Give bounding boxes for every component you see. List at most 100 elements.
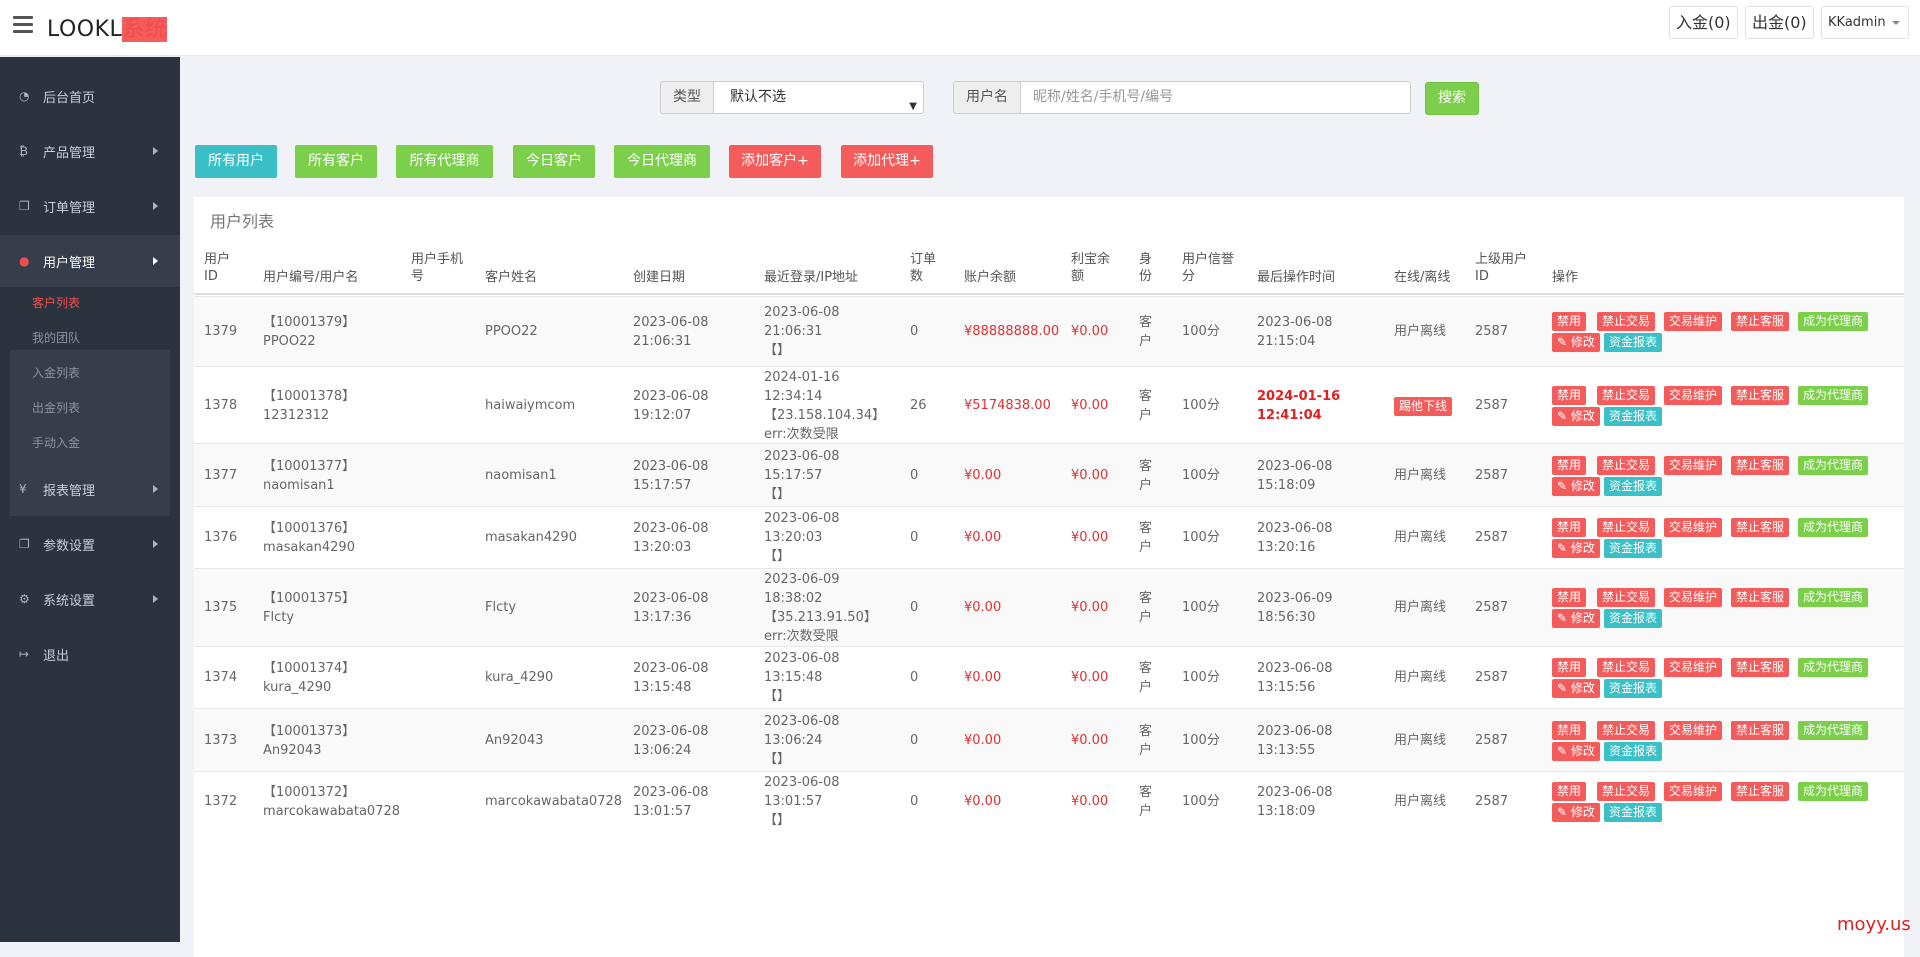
edit-button[interactable]: ✎ 修改	[1552, 407, 1600, 426]
all-customers-button[interactable]: 所有客户	[295, 145, 377, 178]
no-trade-button[interactable]: 禁止交易	[1597, 456, 1656, 475]
add-customer-button[interactable]: 添加客户+	[729, 145, 821, 178]
lastop-time: 15:18:09	[1257, 478, 1316, 493]
ban-button[interactable]: 禁用	[1552, 518, 1587, 537]
fund-report-button[interactable]: 资金报表	[1604, 333, 1663, 352]
trade-maintenance-button[interactable]: 交易维护	[1664, 721, 1723, 740]
sidebar-item-orders[interactable]: ❐ 订单管理	[0, 180, 180, 232]
edit-button[interactable]: ✎ 修改	[1552, 539, 1600, 558]
sidebar-item-reports[interactable]: ¥ 报表管理	[0, 463, 180, 515]
login-ip: 【】	[764, 343, 791, 358]
ban-button[interactable]: 禁用	[1552, 312, 1587, 331]
edit-button[interactable]: ✎ 修改	[1552, 742, 1600, 761]
no-customer-service-button[interactable]: 禁止客服	[1731, 312, 1790, 331]
search-button[interactable]: 搜索	[1425, 82, 1479, 115]
no-customer-service-button[interactable]: 禁止客服	[1731, 721, 1790, 740]
edit-button[interactable]: ✎ 修改	[1552, 609, 1600, 628]
become-agent-button[interactable]: 成为代理商	[1798, 588, 1869, 607]
edit-button[interactable]: ✎ 修改	[1552, 333, 1600, 352]
become-agent-button[interactable]: 成为代理商	[1798, 312, 1869, 331]
fund-report-button[interactable]: 资金报表	[1604, 539, 1663, 558]
login-time: 15:17:57	[764, 468, 823, 483]
trade-maintenance-button[interactable]: 交易维护	[1664, 312, 1723, 331]
no-customer-service-button[interactable]: 禁止客服	[1731, 518, 1790, 537]
edit-button[interactable]: ✎ 修改	[1552, 477, 1600, 496]
no-trade-button[interactable]: 禁止交易	[1597, 518, 1656, 537]
deposit-button[interactable]: 入金(0)	[1669, 6, 1738, 39]
become-agent-button[interactable]: 成为代理商	[1798, 456, 1869, 475]
sidebar-item-params[interactable]: ❐ 参数设置	[0, 518, 180, 570]
withdraw-button[interactable]: 出金(0)	[1745, 6, 1814, 39]
today-customers-button[interactable]: 今日客户	[513, 145, 595, 178]
ban-button[interactable]: 禁用	[1552, 588, 1587, 607]
edit-label: 修改	[1570, 479, 1595, 493]
created-date: 2023-06-08	[633, 521, 709, 536]
ban-button[interactable]: 禁用	[1552, 782, 1587, 801]
submenu-manual-deposit[interactable]: 手动入金	[32, 434, 80, 451]
table-row: 1379 【10001379】 PPOO22 PPOO22 2023-06-08 21:0…	[194, 296, 1904, 366]
sidebar-item-dashboard[interactable]: ◔ 后台首页	[0, 70, 180, 122]
no-customer-service-button[interactable]: 禁止客服	[1731, 782, 1790, 801]
fund-report-button[interactable]: 资金报表	[1604, 742, 1663, 761]
ban-button[interactable]: 禁用	[1552, 721, 1587, 740]
user-menu[interactable]: KKadmin	[1821, 6, 1909, 39]
type-select[interactable]: 默认不选 ▼	[714, 81, 924, 114]
fund-report-button[interactable]: 资金报表	[1604, 407, 1663, 426]
trade-maintenance-button[interactable]: 交易维护	[1664, 782, 1723, 801]
kick-offline-button[interactable]: 踢他下线	[1394, 397, 1453, 416]
no-customer-service-button[interactable]: 禁止客服	[1731, 588, 1790, 607]
trade-maintenance-button[interactable]: 交易维护	[1664, 518, 1723, 537]
role-char-a: 客	[1139, 785, 1153, 800]
sidebar-item-users[interactable]: ● 用户管理	[0, 235, 180, 287]
ban-button[interactable]: 禁用	[1552, 386, 1587, 405]
cell-name: kura_4290	[485, 670, 554, 685]
ban-button[interactable]: 禁用	[1552, 658, 1587, 677]
edit-button[interactable]: ✎ 修改	[1552, 679, 1600, 698]
edit-button[interactable]: ✎ 修改	[1552, 803, 1600, 822]
role-char-b: 户	[1139, 478, 1153, 493]
no-customer-service-button[interactable]: 禁止客服	[1731, 658, 1790, 677]
login-ip: 【】	[764, 752, 791, 767]
submenu-withdraw-list[interactable]: 出金列表	[32, 399, 80, 416]
today-agents-button[interactable]: 今日代理商	[614, 145, 710, 178]
user-code: 【10001376】	[263, 521, 356, 536]
no-trade-button[interactable]: 禁止交易	[1597, 312, 1656, 331]
become-agent-button[interactable]: 成为代理商	[1798, 518, 1869, 537]
become-agent-button[interactable]: 成为代理商	[1798, 721, 1869, 740]
no-trade-button[interactable]: 禁止交易	[1597, 588, 1656, 607]
trade-maintenance-button[interactable]: 交易维护	[1664, 588, 1723, 607]
fund-report-button[interactable]: 资金报表	[1604, 477, 1663, 496]
cell-lastop: 2023-06-08 15:18:09	[1257, 457, 1333, 495]
table-row: 1374 【10001374】 kura_4290 kura_4290 2023-06-…	[194, 646, 1904, 708]
no-customer-service-button[interactable]: 禁止客服	[1731, 456, 1790, 475]
no-customer-service-button[interactable]: 禁止客服	[1731, 386, 1790, 405]
submenu-deposit-list[interactable]: 入金列表	[32, 364, 80, 381]
cell-lastop: 2023-06-08 13:18:09	[1257, 783, 1333, 821]
login-date: 2023-06-08	[764, 714, 840, 729]
trade-maintenance-button[interactable]: 交易维护	[1664, 386, 1723, 405]
menu-toggle-icon[interactable]	[13, 16, 33, 34]
ban-button[interactable]: 禁用	[1552, 456, 1587, 475]
no-trade-button[interactable]: 禁止交易	[1597, 782, 1656, 801]
username-input[interactable]: 昵称/姓名/手机号/编号	[1021, 81, 1411, 114]
submenu-customer-list[interactable]: 客户列表	[32, 294, 80, 311]
trade-maintenance-button[interactable]: 交易维护	[1664, 658, 1723, 677]
no-trade-button[interactable]: 禁止交易	[1597, 721, 1656, 740]
become-agent-button[interactable]: 成为代理商	[1798, 386, 1869, 405]
sidebar-item-products[interactable]: ₿ 产品管理	[0, 125, 180, 177]
sidebar-item-system[interactable]: ⚙ 系统设置	[0, 573, 180, 625]
become-agent-button[interactable]: 成为代理商	[1798, 658, 1869, 677]
trade-maintenance-button[interactable]: 交易维护	[1664, 456, 1723, 475]
no-trade-button[interactable]: 禁止交易	[1597, 386, 1656, 405]
add-agent-button[interactable]: 添加代理+	[841, 145, 933, 178]
sidebar-item-logout[interactable]: ↦ 退出	[0, 628, 180, 680]
all-agents-button[interactable]: 所有代理商	[396, 145, 493, 178]
fund-report-button[interactable]: 资金报表	[1604, 609, 1663, 628]
fund-report-button[interactable]: 资金报表	[1604, 679, 1663, 698]
no-trade-button[interactable]: 禁止交易	[1597, 658, 1656, 677]
all-users-button[interactable]: 所有用户	[195, 145, 277, 178]
submenu-my-team[interactable]: 我的团队	[32, 329, 80, 346]
cell-balance: ¥88888888.00	[964, 324, 1060, 339]
fund-report-button[interactable]: 资金报表	[1604, 803, 1663, 822]
become-agent-button[interactable]: 成为代理商	[1798, 782, 1869, 801]
